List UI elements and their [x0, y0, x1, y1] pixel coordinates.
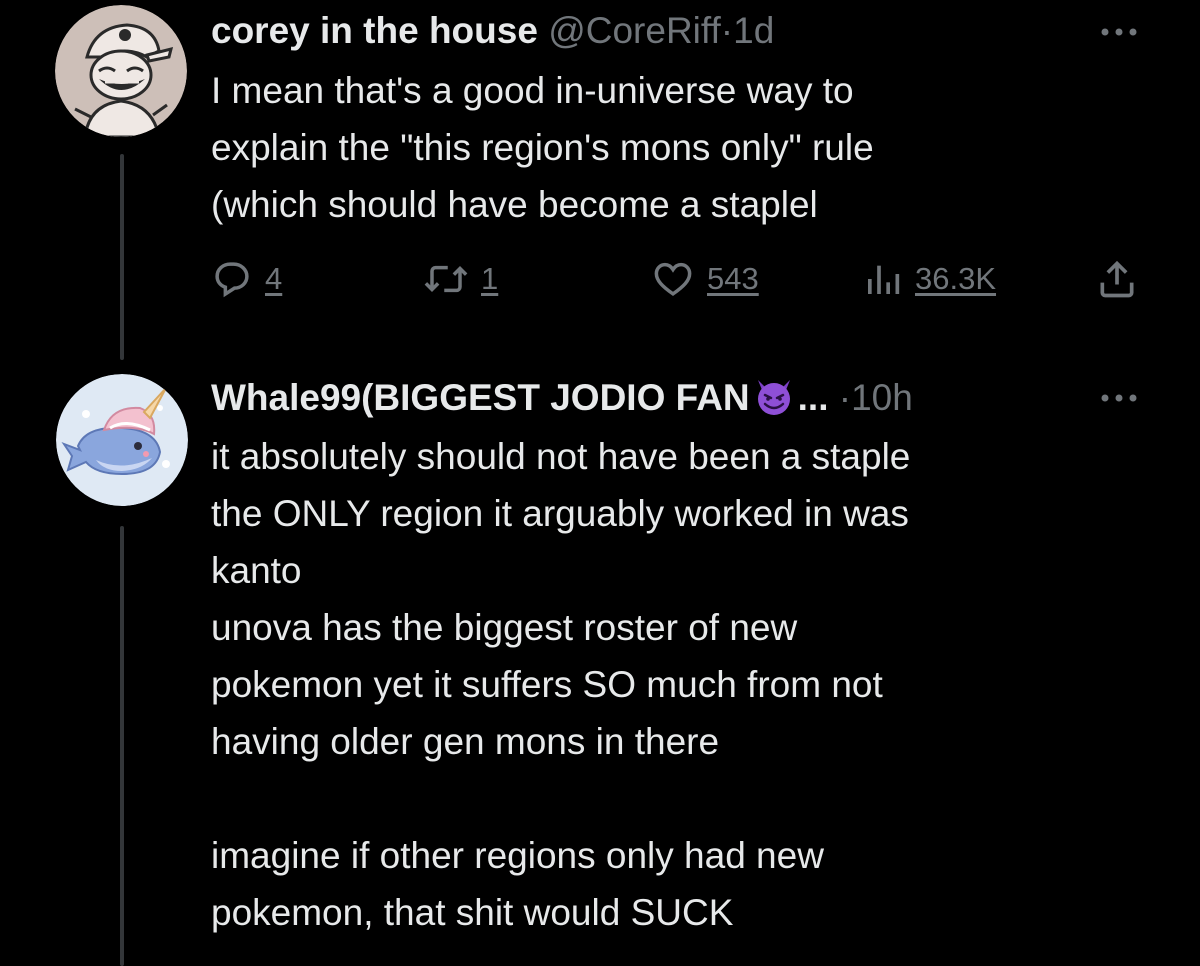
handle[interactable]: @CoreRiff	[548, 10, 721, 51]
thread-line	[120, 154, 124, 360]
tweet-text-line: unova has the biggest roster of new	[211, 607, 798, 648]
name-truncation: ...	[797, 377, 829, 418]
timestamp[interactable]: 10h	[851, 377, 913, 418]
views-button[interactable]: 36.3K	[863, 252, 996, 306]
display-name[interactable]: corey in the house	[211, 10, 538, 51]
tweet-whale99: Whale99(BIGGEST JODIO FAN ... ·10h it ab…	[0, 360, 1200, 966]
thread-line	[120, 526, 124, 966]
narwhal-avatar-icon	[56, 374, 188, 506]
tweet-text-line: imagine if other regions only had new	[211, 835, 824, 876]
share-icon	[1100, 260, 1134, 298]
more-options-icon	[1101, 28, 1137, 36]
separator-dot: ·	[838, 377, 852, 418]
more-options-button[interactable]	[1097, 22, 1141, 42]
retweet-count: 1	[481, 261, 499, 296]
tweet-text-line: having older gen mons in there	[211, 721, 720, 762]
paragraph-break	[211, 770, 1171, 827]
retweet-button[interactable]: 1	[423, 252, 498, 306]
tweet-text-line: pokemon, that shit would SUCK	[211, 892, 734, 933]
avatar[interactable]	[56, 374, 188, 506]
tweet-text-line: kanto	[211, 550, 302, 591]
view-count: 36.3K	[915, 261, 997, 296]
tweet-text-line: it absolutely should not have been a sta…	[211, 436, 911, 477]
cartoon-face-avatar-icon	[55, 5, 187, 137]
more-options-icon	[1101, 394, 1137, 402]
like-button[interactable]: 543	[651, 252, 759, 306]
smiling-devil-emoji-icon	[757, 380, 790, 415]
reply-button[interactable]: 4	[211, 252, 282, 306]
tweet-text-line: the ONLY region it arguably worked in wa…	[211, 493, 909, 534]
share-button[interactable]	[1095, 252, 1139, 306]
timestamp[interactable]: 1d	[733, 10, 774, 51]
tweet-header: Whale99(BIGGEST JODIO FAN ... ·10h	[211, 374, 913, 421]
tweet-text-line: explain the "this region's mons only" ru…	[211, 127, 874, 168]
display-name[interactable]: Whale99(BIGGEST JODIO FAN	[211, 377, 750, 418]
separator-dot: ·	[720, 10, 734, 51]
heart-icon	[654, 262, 692, 297]
retweet-icon	[424, 265, 468, 293]
tweet-text-line: (which should have become a staplel	[211, 184, 818, 225]
action-bar: 4 1 543 36.3K	[211, 252, 1151, 306]
tweet-text-line: pokemon yet it suffers SO much from not	[211, 664, 883, 705]
tweet-corey: corey in the house @CoreRiff·1d I mean t…	[0, 0, 1200, 360]
tweet-text: I mean that's a good in-universe way to …	[211, 62, 1171, 233]
tweet-text: it absolutely should not have been a sta…	[211, 428, 1171, 941]
tweet-header: corey in the house @CoreRiff·1d	[211, 8, 774, 54]
views-chart-icon	[868, 265, 900, 294]
tweet-text-line: I mean that's a good in-universe way to	[211, 70, 854, 111]
reply-icon	[215, 262, 249, 298]
avatar[interactable]	[55, 5, 187, 137]
more-options-button[interactable]	[1097, 388, 1141, 408]
like-count: 543	[707, 261, 759, 296]
reply-count: 4	[265, 261, 283, 296]
